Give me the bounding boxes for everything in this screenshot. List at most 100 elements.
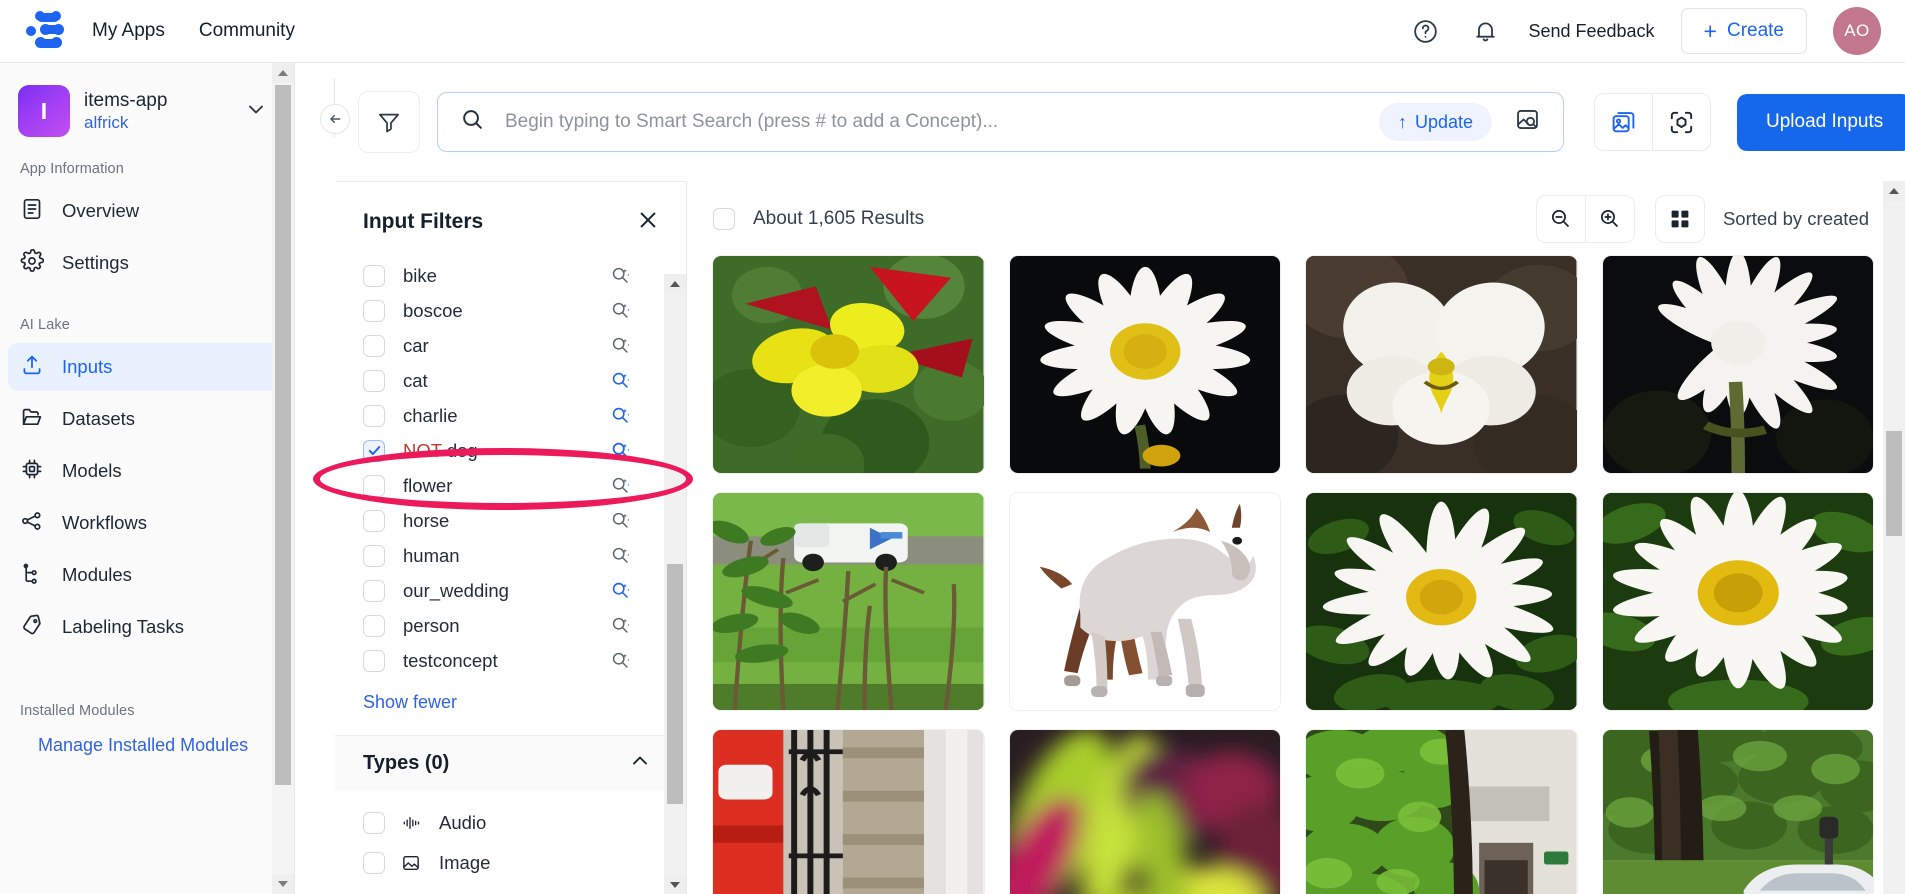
smart-search-concept-icon[interactable] <box>610 370 632 392</box>
checkbox[interactable] <box>363 544 385 567</box>
type-row-image[interactable]: Image <box>335 843 686 883</box>
user-avatar[interactable]: AO <box>1833 7 1881 55</box>
smart-search-concept-icon[interactable] <box>610 475 632 497</box>
filter-row-bike[interactable]: bike <box>363 258 686 293</box>
result-tile[interactable] <box>1602 493 1873 710</box>
result-tile[interactable] <box>1306 730 1577 894</box>
funnel-icon[interactable] <box>358 91 420 153</box>
sidebar-scrollbar-thumb[interactable] <box>275 85 291 785</box>
filter-row-person[interactable]: person <box>363 608 686 643</box>
type-row-audio[interactable]: Audio <box>335 803 686 843</box>
chevron-up-icon[interactable] <box>628 749 652 778</box>
filter-row-flower[interactable]: flower <box>363 468 686 503</box>
result-tile[interactable] <box>1602 256 1873 473</box>
checkbox[interactable] <box>363 369 385 392</box>
app-owner[interactable]: alfrick <box>84 112 167 133</box>
sidebar-item-overview[interactable]: Overview <box>8 187 286 235</box>
filters-scroll-down-arrow[interactable] <box>664 875 686 894</box>
filter-row-horse[interactable]: horse <box>363 503 686 538</box>
filter-row-our-wedding[interactable]: our_wedding <box>363 573 686 608</box>
result-tile[interactable] <box>1009 493 1280 710</box>
smart-search-concept-icon[interactable] <box>610 650 632 672</box>
brand-logo-wrap[interactable] <box>0 11 96 51</box>
create-button[interactable]: + Create <box>1680 8 1807 54</box>
nav-link-community[interactable]: Community <box>199 20 295 42</box>
zoom-in-icon[interactable] <box>1586 196 1634 242</box>
smart-search-concept-icon[interactable] <box>610 265 632 287</box>
sidebar-scroll-up-arrow[interactable] <box>272 63 294 83</box>
smart-search-concept-icon[interactable] <box>610 580 632 602</box>
checkbox[interactable] <box>363 264 385 287</box>
smart-search-concept-icon[interactable] <box>610 545 632 567</box>
checkbox[interactable] <box>363 299 385 322</box>
filter-row-boscoe[interactable]: boscoe <box>363 293 686 328</box>
object-detection-icon[interactable] <box>1653 94 1710 150</box>
smart-search-concept-icon[interactable] <box>610 335 632 357</box>
smart-search-box[interactable]: Begin typing to Smart Search (press # to… <box>437 92 1564 152</box>
app-switcher[interactable]: I items-app alfrick <box>0 63 294 153</box>
zoom-out-icon[interactable] <box>1537 196 1585 242</box>
filters-scrollbar-thumb[interactable] <box>667 564 683 804</box>
update-button[interactable]: ↑ Update <box>1378 103 1492 141</box>
smart-search-concept-icon[interactable] <box>610 440 632 462</box>
sidebar-item-models[interactable]: Models <box>8 447 286 495</box>
sidebar-item-modules[interactable]: Modules <box>8 551 286 599</box>
chevron-down-icon[interactable] <box>244 97 268 126</box>
checkbox[interactable] <box>363 404 385 427</box>
types-section-header[interactable]: Types (0) <box>335 735 686 791</box>
manage-installed-modules-link[interactable]: Manage Installed Modules <box>0 725 294 756</box>
checkbox[interactable] <box>363 334 385 357</box>
checkbox[interactable] <box>363 614 385 637</box>
send-feedback-link[interactable]: Send Feedback <box>1528 21 1654 42</box>
result-tile[interactable] <box>713 256 984 473</box>
grid-view-icon[interactable] <box>1654 194 1705 243</box>
filters-scrollbar[interactable] <box>664 274 686 894</box>
result-tile[interactable] <box>713 730 984 894</box>
upload-inputs-button[interactable]: Upload Inputs <box>1737 93 1905 151</box>
checkbox[interactable] <box>363 579 385 602</box>
nav-link-my-apps[interactable]: My Apps <box>92 20 165 42</box>
filters-scroll-up-arrow[interactable] <box>664 274 686 294</box>
checkbox[interactable] <box>363 812 385 834</box>
search-input[interactable]: Begin typing to Smart Search (press # to… <box>505 111 1379 133</box>
checkbox[interactable] <box>363 439 385 462</box>
show-fewer-link[interactable]: Show fewer <box>335 678 686 713</box>
close-icon[interactable] <box>636 208 660 236</box>
result-tile[interactable] <box>713 493 984 710</box>
collapse-sidebar-button[interactable] <box>320 104 350 134</box>
smart-search-concept-icon[interactable] <box>610 300 632 322</box>
checkbox[interactable] <box>363 852 385 874</box>
filter-row-car[interactable]: car <box>363 328 686 363</box>
sidebar-item-datasets[interactable]: Datasets <box>8 395 286 443</box>
image-search-icon[interactable] <box>1514 106 1541 138</box>
sidebar-scrollbar[interactable] <box>272 63 294 894</box>
gallery-icon[interactable] <box>1595 94 1652 150</box>
result-tile[interactable] <box>1602 730 1873 894</box>
sidebar-item-settings[interactable]: Settings <box>8 239 286 287</box>
result-tile[interactable] <box>1306 256 1577 473</box>
results-scroll-up-arrow[interactable] <box>1883 181 1905 201</box>
results-scrollbar-thumb[interactable] <box>1886 431 1902 536</box>
filter-row-human[interactable]: human <box>363 538 686 573</box>
filter-row-cat[interactable]: cat <box>363 363 686 398</box>
filter-row-charlie[interactable]: charlie <box>363 398 686 433</box>
filter-row-testconcept[interactable]: testconcept <box>363 643 686 678</box>
results-scrollbar-track[interactable] <box>1883 201 1905 894</box>
smart-search-concept-icon[interactable] <box>610 615 632 637</box>
sidebar-item-workflows[interactable]: Workflows <box>8 499 286 547</box>
results-scrollbar[interactable] <box>1883 181 1905 894</box>
result-tile[interactable] <box>1009 256 1280 473</box>
sidebar-scroll-down-arrow[interactable] <box>272 874 294 894</box>
sort-selector[interactable]: Sorted by created <box>1723 208 1869 230</box>
checkbox[interactable] <box>363 649 385 672</box>
result-tile[interactable] <box>1009 730 1280 894</box>
bell-icon[interactable] <box>1468 14 1502 48</box>
sidebar-item-inputs[interactable]: Inputs <box>8 343 286 391</box>
filter-row-dog[interactable]: NOT dog <box>363 433 686 468</box>
checkbox[interactable] <box>363 474 385 497</box>
result-tile[interactable] <box>1306 493 1577 710</box>
smart-search-concept-icon[interactable] <box>610 510 632 532</box>
sidebar-item-labeling-tasks[interactable]: Labeling Tasks <box>8 603 286 651</box>
checkbox[interactable] <box>363 509 385 532</box>
help-circle-icon[interactable] <box>1408 14 1442 48</box>
